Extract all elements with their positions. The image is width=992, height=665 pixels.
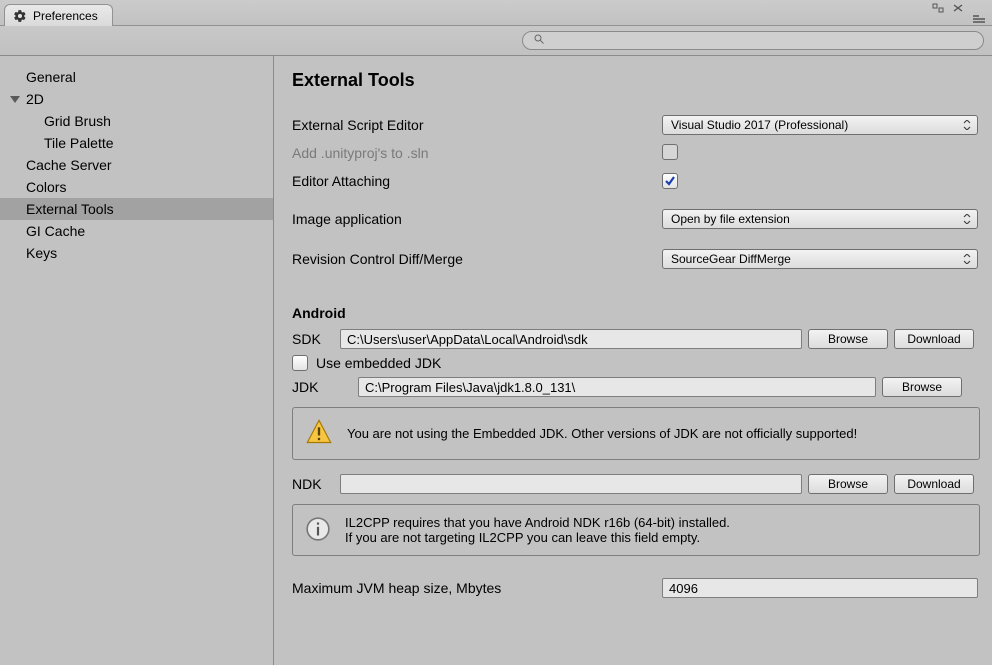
browse-jdk-button[interactable]: Browse <box>882 377 962 397</box>
input-jvm-heap[interactable] <box>662 578 978 598</box>
sidebar-item-gi-cache[interactable]: GI Cache <box>0 220 273 242</box>
row-add-unityproj: Add .unityproj's to .sln <box>292 139 980 167</box>
sidebar-item-cache-server[interactable]: Cache Server <box>0 154 273 176</box>
label-jvm-heap: Maximum JVM heap size, Mbytes <box>292 580 662 596</box>
download-sdk-button[interactable]: Download <box>894 329 974 349</box>
sidebar-item-label: Cache Server <box>26 157 112 173</box>
chevron-updown-icon <box>963 214 971 224</box>
dropdown-revision-control[interactable]: SourceGear DiffMerge <box>662 249 978 269</box>
sidebar-item-tile-palette[interactable]: Tile Palette <box>0 132 273 154</box>
gear-icon <box>13 9 27 23</box>
row-editor-attaching: Editor Attaching <box>292 167 980 195</box>
checkbox-use-embedded-jdk[interactable] <box>292 355 308 371</box>
row-jdk: JDK Browse <box>292 377 980 397</box>
warning-icon <box>305 418 333 449</box>
info-message: IL2CPP requires that you have Android ND… <box>345 515 730 545</box>
sidebar-item-general[interactable]: General <box>0 66 273 88</box>
row-use-embedded-jdk: Use embedded JDK <box>292 355 980 371</box>
tab-title: Preferences <box>33 9 98 23</box>
chevron-updown-icon <box>963 120 971 130</box>
row-revision-control: Revision Control Diff/Merge SourceGear D… <box>292 245 980 273</box>
dropdown-value: Open by file extension <box>671 212 790 226</box>
page-title: External Tools <box>292 70 980 91</box>
warning-jdk-box: You are not using the Embedded JDK. Othe… <box>292 407 980 460</box>
input-ndk-path[interactable] <box>340 474 802 494</box>
label-use-embedded-jdk: Use embedded JDK <box>316 355 441 371</box>
label-editor-attaching: Editor Attaching <box>292 173 662 189</box>
label-revision-control: Revision Control Diff/Merge <box>292 251 662 267</box>
info-line-1: IL2CPP requires that you have Android ND… <box>345 515 730 530</box>
dropdown-value: Visual Studio 2017 (Professional) <box>671 118 848 132</box>
sidebar-item-2d[interactable]: 2D <box>0 88 273 110</box>
sidebar-item-keys[interactable]: Keys <box>0 242 273 264</box>
search-input[interactable] <box>551 35 973 47</box>
info-line-2: If you are not targeting IL2CPP you can … <box>345 530 730 545</box>
sidebar-item-label: External Tools <box>26 201 114 217</box>
row-image-application: Image application Open by file extension <box>292 205 980 233</box>
sidebar: General 2D Grid Brush Tile Palette Cache… <box>0 56 274 665</box>
row-jvm-heap: Maximum JVM heap size, Mbytes <box>292 578 980 598</box>
titlebar: Preferences <box>0 0 992 26</box>
search-icon <box>533 33 545 48</box>
input-sdk-path[interactable] <box>340 329 802 349</box>
info-ndk-box: IL2CPP requires that you have Android ND… <box>292 504 980 556</box>
sidebar-item-label: Keys <box>26 245 57 261</box>
checkbox-editor-attaching[interactable] <box>662 173 678 189</box>
search-row <box>0 26 992 56</box>
window-close-icon[interactable] <box>952 2 966 14</box>
search-box[interactable] <box>522 31 984 50</box>
label-jdk: JDK <box>292 379 352 395</box>
chevron-updown-icon <box>963 254 971 264</box>
checkbox-add-unityproj <box>662 144 678 160</box>
sidebar-item-grid-brush[interactable]: Grid Brush <box>0 110 273 132</box>
browse-ndk-button[interactable]: Browse <box>808 474 888 494</box>
sidebar-item-label: Tile Palette <box>44 135 114 151</box>
row-ndk: NDK Browse Download <box>292 474 980 494</box>
input-jdk-path[interactable] <box>358 377 876 397</box>
browse-sdk-button[interactable]: Browse <box>808 329 888 349</box>
window-tab-preferences[interactable]: Preferences <box>4 4 113 26</box>
label-sdk: SDK <box>292 331 334 347</box>
row-sdk: SDK Browse Download <box>292 329 980 349</box>
sidebar-item-colors[interactable]: Colors <box>0 176 273 198</box>
window-detach-icon[interactable] <box>932 2 946 14</box>
main-panel: External Tools External Script Editor Vi… <box>274 56 992 665</box>
sidebar-item-label: General <box>26 69 76 85</box>
sidebar-item-label: 2D <box>26 91 44 107</box>
download-ndk-button[interactable]: Download <box>894 474 974 494</box>
dropdown-script-editor[interactable]: Visual Studio 2017 (Professional) <box>662 115 978 135</box>
label-image-application: Image application <box>292 211 662 227</box>
info-icon <box>305 516 331 545</box>
sidebar-item-external-tools[interactable]: External Tools <box>0 198 273 220</box>
label-add-unityproj: Add .unityproj's to .sln <box>292 145 662 161</box>
label-script-editor: External Script Editor <box>292 117 662 133</box>
sidebar-item-label: Colors <box>26 179 66 195</box>
dropdown-value: SourceGear DiffMerge <box>671 252 791 266</box>
window-controls <box>932 2 986 14</box>
chevron-down-icon <box>10 96 20 103</box>
warning-message: You are not using the Embedded JDK. Othe… <box>347 426 857 441</box>
label-ndk: NDK <box>292 476 334 492</box>
sidebar-item-label: GI Cache <box>26 223 85 239</box>
dropdown-image-application[interactable]: Open by file extension <box>662 209 978 229</box>
row-script-editor: External Script Editor Visual Studio 201… <box>292 111 980 139</box>
check-icon <box>664 175 676 187</box>
section-heading-android: Android <box>292 305 980 321</box>
sidebar-item-label: Grid Brush <box>44 113 111 129</box>
window-menu-icon[interactable] <box>972 12 986 24</box>
